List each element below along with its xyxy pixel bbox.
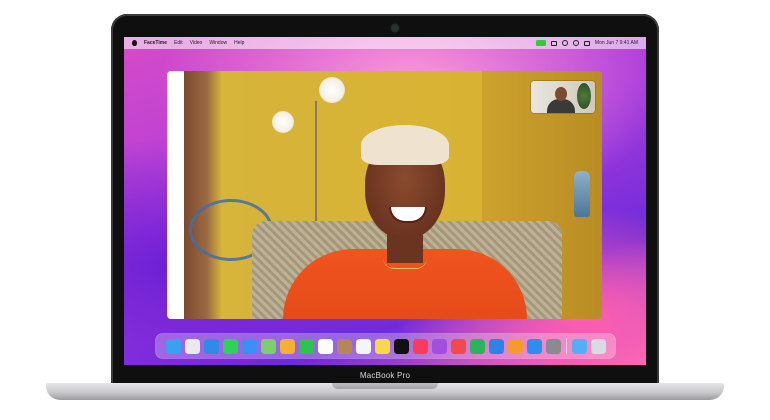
pip-person-face (555, 87, 567, 101)
dock-separator (565, 338, 567, 354)
menu-help[interactable]: Help (234, 37, 244, 49)
search-icon[interactable] (572, 40, 579, 46)
menu-edit[interactable]: Edit (174, 37, 183, 49)
pages-icon[interactable] (507, 338, 523, 354)
laptop-screen: FaceTime Edit Video Window Help Mon Jun … (124, 37, 646, 365)
caller-video (283, 125, 527, 319)
system-preferences-icon[interactable] (545, 338, 561, 354)
self-view-pip[interactable] (531, 81, 595, 113)
control-center-icon[interactable] (550, 40, 557, 46)
maps-icon[interactable] (260, 338, 276, 354)
trash-icon[interactable] (590, 338, 606, 354)
dock (156, 334, 615, 358)
numbers-icon[interactable] (469, 338, 485, 354)
menu-video[interactable]: Video (190, 37, 203, 49)
mail-icon[interactable] (241, 338, 257, 354)
lid-opening-notch (332, 383, 438, 389)
lamp-pole (315, 101, 317, 221)
webcam (392, 25, 398, 31)
apple-icon[interactable] (132, 40, 137, 46)
photos-icon[interactable] (279, 338, 295, 354)
menu-app-name[interactable]: FaceTime (144, 37, 167, 49)
app-store-icon[interactable] (526, 338, 542, 354)
safari-icon[interactable] (203, 338, 219, 354)
notes-icon[interactable] (374, 338, 390, 354)
news-icon[interactable] (450, 338, 466, 354)
contacts-icon[interactable] (336, 338, 352, 354)
wifi-icon[interactable] (561, 40, 568, 46)
facetime-active-icon[interactable] (535, 40, 546, 46)
music-icon[interactable] (412, 338, 428, 354)
menu-window[interactable]: Window (209, 37, 227, 49)
lamp-globe (272, 111, 294, 133)
pip-person-body (547, 99, 575, 113)
keynote-icon[interactable] (488, 338, 504, 354)
launchpad-icon[interactable] (184, 338, 200, 354)
device-label: MacBook Pro (359, 371, 411, 380)
messages-icon[interactable] (222, 338, 238, 354)
pip-plant (577, 83, 591, 109)
menu-bar: FaceTime Edit Video Window Help Mon Jun … (124, 37, 646, 49)
calendar-icon[interactable] (317, 338, 333, 354)
downloads-folder-icon[interactable] (571, 338, 587, 354)
tv-icon[interactable] (393, 338, 409, 354)
vase (574, 171, 590, 217)
facetime-icon[interactable] (298, 338, 314, 354)
facetime-video-window[interactable] (167, 71, 602, 319)
caller-hair (361, 125, 449, 165)
menu-clock[interactable]: Mon Jun 7 9:41 AM (595, 37, 638, 49)
caller-necklace (383, 258, 427, 269)
lamp-globe (319, 77, 345, 103)
podcasts-icon[interactable] (431, 338, 447, 354)
finder-icon[interactable] (165, 338, 181, 354)
reminders-icon[interactable] (355, 338, 371, 354)
battery-icon[interactable] (583, 40, 590, 46)
